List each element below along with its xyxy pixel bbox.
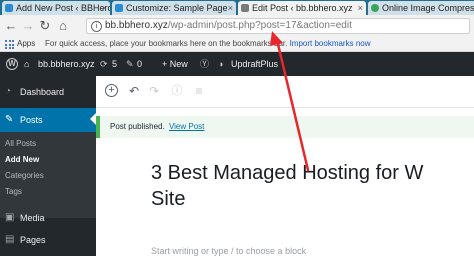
tab-label: Customize: Sample Page — [126, 3, 228, 13]
page-favicon-icon — [241, 4, 249, 12]
bookmarks-bar: Apps For quick access, place your bookma… — [0, 37, 474, 52]
wp-admin-bar: W ⌂ bb.bbhero.xyz ⟳ 5 ✎ 0 + New Ⓨ ◑ Updr… — [0, 52, 474, 76]
submenu-add-new[interactable]: Add New — [5, 152, 39, 168]
block-editor: + ↶ ↷ ⓘ ≡ Post published. View Post 3 Be… — [96, 76, 474, 256]
list-view-icon[interactable]: ≡ — [192, 84, 206, 98]
new-content-button[interactable]: + New — [162, 52, 188, 76]
tab-add-new-post[interactable]: Add New Post ‹ BBHero × — [2, 1, 110, 15]
sidebar-item-dashboard[interactable]: ◔ Dashboard — [0, 80, 96, 104]
post-title-line: Site — [151, 188, 186, 210]
tab-customize[interactable]: Customize: Sample Page × — [112, 1, 236, 15]
back-arrow-icon[interactable]: ← — [4, 18, 18, 34]
tab-edit-post[interactable]: Edit Post ‹ bb.bbhero.xyz × — [238, 1, 366, 15]
editor-toolbar: + ↶ ↷ ⓘ ≡ — [96, 76, 474, 108]
comments-icon[interactable]: ✎ — [126, 52, 134, 76]
pages-icon: ▤ — [5, 234, 15, 245]
add-block-icon[interactable]: + — [105, 84, 118, 97]
close-icon[interactable]: × — [228, 1, 233, 15]
sidebar-item-label: Posts — [20, 115, 43, 125]
submenu-tags[interactable]: Tags — [5, 184, 22, 200]
import-bookmarks-link[interactable]: Import bookmarks now — [290, 39, 371, 48]
info-icon[interactable]: i — [91, 21, 102, 32]
sidebar-item-pages[interactable]: ▤ Pages — [0, 228, 96, 252]
bookmarks-hint: For quick access, place your bookmarks h… — [45, 39, 371, 48]
sidebar-item-media[interactable]: ▣ Media — [0, 206, 96, 230]
tab-image-compress[interactable]: Online Image Compress — [368, 1, 474, 15]
forward-arrow-icon[interactable]: → — [21, 18, 35, 34]
close-icon[interactable]: × — [102, 1, 107, 15]
url-input[interactable]: i bb.bbhero.xyz/wp-admin/post.php?post=1… — [86, 18, 470, 34]
home-icon[interactable]: ⌂ — [56, 18, 70, 34]
view-post-link[interactable]: View Post — [169, 122, 204, 131]
wordpress-logo-icon[interactable]: W — [6, 58, 18, 70]
pin-icon: ✎ — [5, 114, 14, 125]
post-published-notice: Post published. View Post — [96, 116, 474, 138]
yoast-icon[interactable]: Ⓨ — [200, 52, 209, 76]
browser-tab-bar: Add New Post ‹ BBHero × Customize: Sampl… — [0, 0, 474, 15]
compress-favicon-icon — [371, 4, 379, 12]
post-title-line: 3 Best Managed Hosting for W — [151, 162, 424, 184]
submenu-categories[interactable]: Categories — [5, 168, 44, 184]
sidebar-item-label: Pages — [20, 235, 46, 245]
media-icon: ▣ — [5, 212, 15, 223]
info-icon[interactable]: ⓘ — [170, 84, 184, 98]
redo-icon[interactable]: ↷ — [147, 84, 161, 98]
dashboard-icon: ◔ — [5, 86, 12, 97]
post-title-input[interactable]: 3 Best Managed Hosting for W Site — [151, 160, 474, 212]
updraft-icon[interactable]: ◑ — [218, 52, 223, 76]
updates-count[interactable]: 5 — [112, 52, 117, 76]
site-name-link[interactable]: bb.bbhero.xyz — [38, 52, 95, 76]
url-text: bb.bbhero.xyz/wp-admin/post.php?post=17&… — [105, 20, 352, 31]
block-placeholder[interactable]: Start writing or type / to choose a bloc… — [151, 246, 306, 256]
wp-admin-sidebar: ◔ Dashboard ✎ Posts All Posts Add New Ca… — [0, 76, 96, 256]
comments-count[interactable]: 0 — [137, 52, 142, 76]
address-bar: ← → ↻ ⌂ i bb.bbhero.xyz/wp-admin/post.ph… — [0, 15, 474, 37]
tab-label: Online Image Compress — [382, 3, 474, 13]
home-icon[interactable]: ⌂ — [24, 52, 29, 76]
reload-icon[interactable]: ↻ — [38, 18, 52, 34]
wordpress-favicon-icon — [5, 4, 13, 12]
notice-text: Post published. — [110, 122, 165, 131]
updraftplus-menu[interactable]: UpdraftPlus — [231, 52, 278, 76]
close-icon[interactable]: × — [358, 1, 363, 15]
sidebar-item-label: Media — [20, 213, 45, 223]
tab-label: Edit Post ‹ bb.bbhero.xyz — [252, 3, 353, 13]
sidebar-item-label: Dashboard — [20, 87, 65, 97]
apps-label[interactable]: Apps — [17, 37, 35, 51]
tab-label: Add New Post ‹ BBHero — [16, 3, 110, 13]
undo-icon[interactable]: ↶ — [127, 84, 141, 98]
apps-grid-icon[interactable] — [5, 40, 14, 49]
submenu-all-posts[interactable]: All Posts — [5, 136, 36, 152]
sidebar-item-posts[interactable]: ✎ Posts — [0, 108, 96, 132]
updates-icon[interactable]: ⟳ — [100, 52, 108, 76]
wordpress-favicon-icon — [115, 4, 123, 12]
